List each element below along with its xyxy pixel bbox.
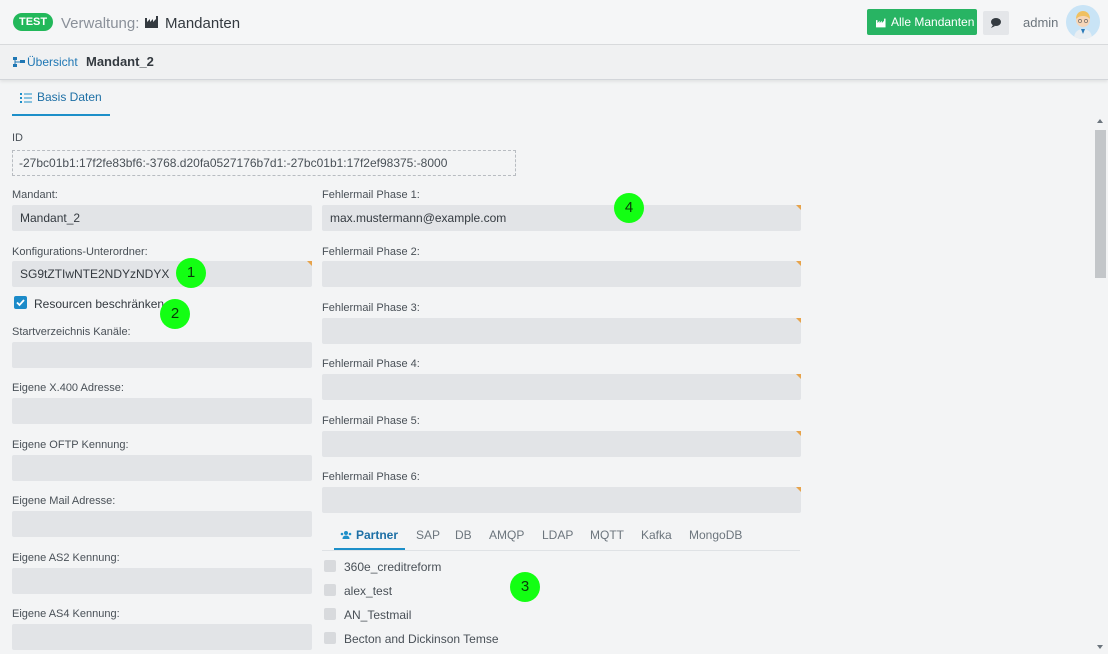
resourcen-label[interactable]: Resourcen beschränken [34, 297, 164, 311]
sitemap-icon [13, 57, 25, 67]
subtab-amqp[interactable]: AMQP [489, 528, 524, 542]
subtab-partner-label: Partner [356, 528, 399, 542]
phase4-label: Fehlermail Phase 4: [322, 358, 420, 370]
app-label: Verwaltung: [61, 15, 140, 32]
annotation-marker-2: 2 [160, 299, 190, 329]
x400-field[interactable] [12, 398, 312, 424]
partner-item[interactable]: AN_Testmail [344, 608, 411, 622]
subtab-kafka[interactable]: Kafka [641, 528, 672, 542]
as2-label: Eigene AS2 Kennung: [12, 552, 120, 564]
comment-icon [991, 18, 1001, 28]
phase3-field[interactable] [322, 318, 801, 344]
chat-button[interactable] [983, 11, 1009, 35]
id-label: ID [12, 132, 23, 144]
factory-icon [145, 16, 158, 28]
page-title: Mandanten [165, 15, 241, 32]
breadcrumb: Übersicht Mandant_2 [0, 45, 1108, 80]
subtab-db[interactable]: DB [455, 528, 472, 542]
phase2-field[interactable] [322, 261, 801, 287]
subtab-sap[interactable]: SAP [416, 528, 440, 542]
user-name[interactable]: admin [1023, 15, 1058, 30]
partner-checkbox[interactable] [324, 632, 336, 644]
phase1-label: Fehlermail Phase 1: [322, 189, 420, 201]
phase6-label: Fehlermail Phase 6: [322, 471, 420, 483]
phase4-field[interactable] [322, 374, 801, 400]
konfig-field[interactable]: SG9tZTIwNTE2NDYzNDYX [12, 261, 312, 287]
tab-bar: Basis Daten [0, 80, 1108, 117]
startverz-label: Startverzeichnis Kanäle: [12, 326, 131, 338]
all-mandants-label: Alle Mandanten [891, 15, 975, 29]
konfig-label: Konfigurations-Unterordner: [12, 246, 148, 258]
phase5-field[interactable] [322, 431, 801, 457]
breadcrumb-overview-label: Übersicht [27, 55, 78, 69]
scrollbar-thumb[interactable] [1095, 130, 1106, 278]
annotation-marker-1: 1 [176, 258, 206, 288]
oftp-field[interactable] [12, 455, 312, 481]
mandant-label: Mandant: [12, 189, 58, 201]
partner-checkbox[interactable] [324, 608, 336, 620]
subtab-mqtt[interactable]: MQTT [590, 528, 624, 542]
phase1-field[interactable]: max.mustermann@example.com [322, 205, 801, 231]
as4-label: Eigene AS4 Kennung: [12, 608, 120, 620]
subtab-divider [322, 550, 800, 551]
annotation-marker-3: 3 [510, 572, 540, 602]
oftp-label: Eigene OFTP Kennung: [12, 439, 129, 451]
startverz-field[interactable] [12, 342, 312, 368]
list-icon [20, 93, 32, 103]
breadcrumb-overview-link[interactable]: Übersicht [13, 55, 78, 69]
annotation-marker-4: 4 [614, 193, 644, 223]
partner-checkbox[interactable] [324, 560, 336, 572]
phase3-label: Fehlermail Phase 3: [322, 302, 420, 314]
subtab-ldap[interactable]: LDAP [542, 528, 573, 542]
mail-label: Eigene Mail Adresse: [12, 495, 116, 507]
env-badge: TEST [13, 13, 54, 31]
avatar[interactable] [1066, 5, 1100, 39]
checkmark-icon [16, 299, 25, 307]
all-mandants-button[interactable]: Alle Mandanten [867, 9, 977, 35]
partner-checkbox[interactable] [324, 584, 336, 596]
subtab-mongodb[interactable]: MongoDB [689, 528, 742, 542]
top-bar: TEST Verwaltung: Mandanten Alle Mandante… [0, 0, 1108, 45]
breadcrumb-current: Mandant_2 [86, 54, 154, 69]
mandant-field[interactable]: Mandant_2 [12, 205, 312, 231]
partner-item[interactable]: Becton and Dickinson Temse [344, 632, 499, 646]
phase2-label: Fehlermail Phase 2: [322, 246, 420, 258]
scroll-down-arrow[interactable] [1097, 645, 1103, 649]
mail-field[interactable] [12, 511, 312, 537]
as4-field[interactable] [12, 624, 312, 650]
subtab-active-indicator [334, 548, 405, 550]
id-field[interactable]: -27bc01b1:17f2fe83bf6:-3768.d20fa0527176… [12, 150, 516, 176]
phase6-field[interactable] [322, 487, 801, 513]
tab-basis-daten-label: Basis Daten [37, 90, 102, 104]
users-icon [340, 531, 352, 539]
phase5-label: Fehlermail Phase 5: [322, 415, 420, 427]
as2-field[interactable] [12, 568, 312, 594]
subtab-partner[interactable]: Partner [340, 528, 398, 542]
scroll-up-arrow[interactable] [1097, 119, 1103, 123]
tab-basis-daten[interactable]: Basis Daten [12, 90, 110, 116]
resourcen-checkbox[interactable] [14, 296, 27, 309]
factory-icon [876, 18, 886, 28]
user-avatar-icon [1066, 5, 1100, 39]
partner-item[interactable]: alex_test [344, 584, 392, 598]
x400-label: Eigene X.400 Adresse: [12, 382, 124, 394]
partner-item[interactable]: 360e_creditreform [344, 560, 441, 574]
